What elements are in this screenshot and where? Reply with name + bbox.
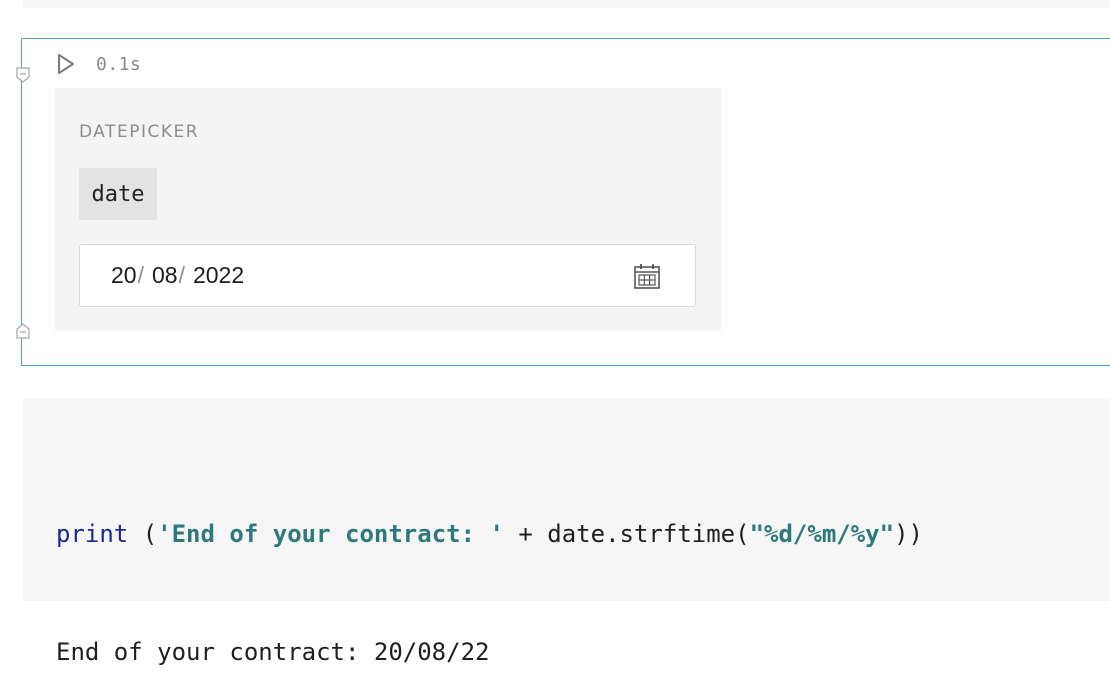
calendar-icon[interactable] [633, 262, 661, 290]
cell-output: End of your contract: 20/08/22 [56, 638, 490, 666]
previous-cell-bottom [23, 0, 1110, 8]
date-day[interactable]: 20 [111, 262, 137, 289]
code-string: 'End of your contract: ' [157, 520, 504, 548]
variable-name-chip: date [79, 168, 157, 220]
code-text: )) [894, 520, 923, 548]
date-year[interactable]: 2022 [193, 262, 244, 289]
cell-run-bar: 0.1s [56, 52, 141, 76]
date-separator: / [137, 262, 144, 288]
code-string: "%d/%m/%y" [749, 520, 895, 548]
date-month[interactable]: 08 [152, 262, 178, 289]
date-separator: / [178, 262, 185, 288]
code-line[interactable]: print ('End of your contract: ' + date.s… [56, 520, 923, 548]
code-function: print [56, 520, 129, 548]
date-input[interactable]: 20 / 08 / 2022 [79, 244, 696, 307]
fold-collapse-icon[interactable] [16, 67, 30, 83]
fold-expand-icon[interactable] [16, 323, 30, 339]
widget-title: DATEPICKER [79, 122, 200, 142]
datepicker-widget: DATEPICKER date 20 / 08 / 2022 [55, 88, 721, 331]
date-value[interactable]: 20 / 08 / 2022 [111, 262, 244, 289]
play-triangle-icon[interactable] [56, 53, 76, 75]
code-text: + date.strftime( [503, 520, 750, 548]
code-text: ( [128, 520, 158, 548]
execution-time: 0.1s [96, 53, 142, 75]
code-cell[interactable]: print ('End of your contract: ' + date.s… [23, 398, 1110, 601]
